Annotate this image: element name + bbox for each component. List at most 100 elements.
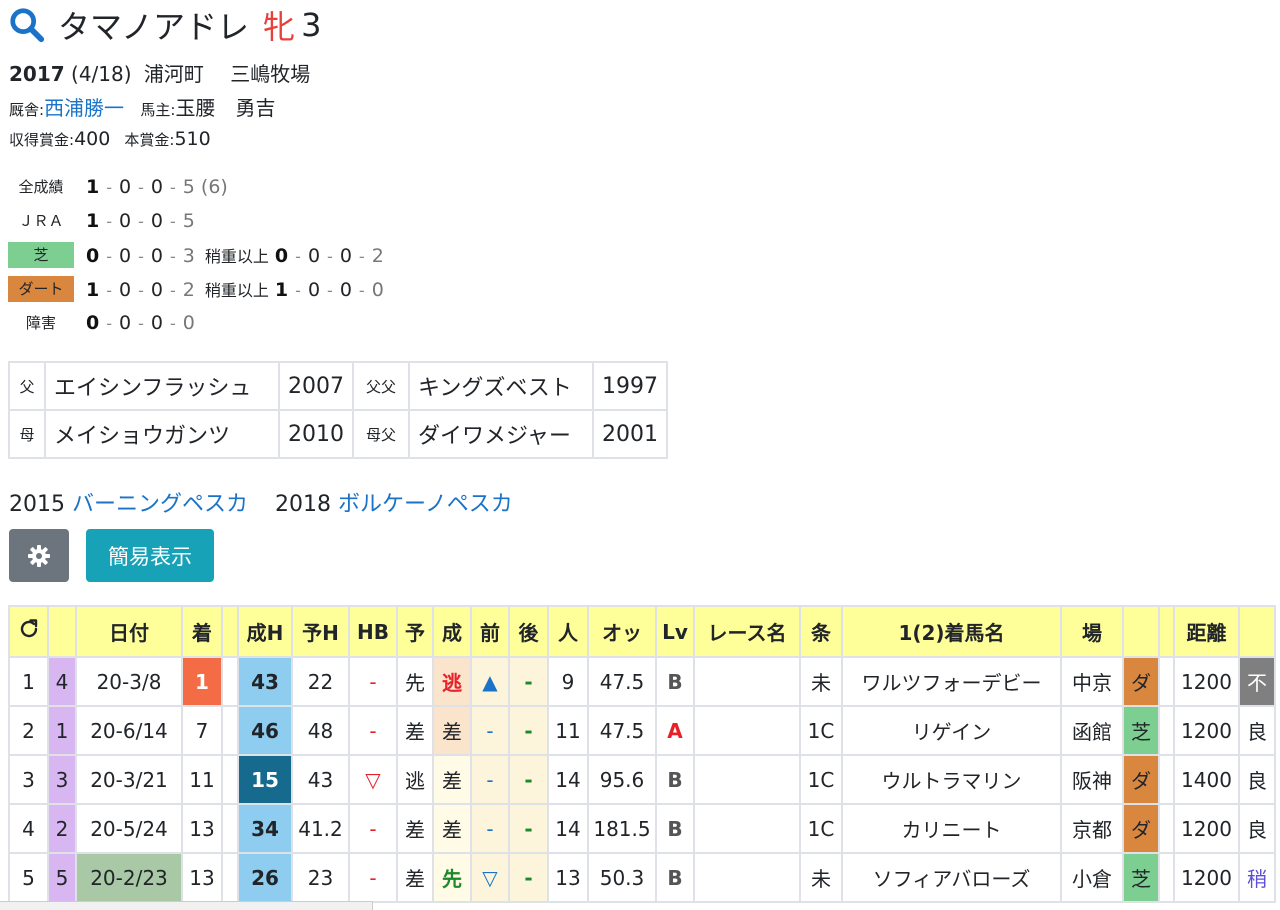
score-h: 26 <box>237 852 293 903</box>
header-lv[interactable]: Lv <box>655 605 695 658</box>
surface-badge: 芝 <box>1122 705 1160 756</box>
distance: 1200 <box>1173 852 1240 903</box>
header-date[interactable]: 日付 <box>75 605 183 658</box>
search-icon[interactable] <box>8 6 46 44</box>
record-label: 障害 <box>25 314 56 332</box>
favorite: 14 <box>547 754 589 805</box>
race-row[interactable]: 2 1 20-6/14 7 46 48 - 差 差 - - 11 47.5 A … <box>8 705 1276 756</box>
waku-number: 5 <box>47 852 77 903</box>
header-score-h[interactable]: 成H <box>237 605 293 658</box>
front-mark: ▽ <box>470 852 510 903</box>
record-values: 1-0-0-2 稍重以上 1-0-0-0 <box>86 279 384 301</box>
sibling-link[interactable]: ボルケーノペスカ <box>338 492 513 517</box>
spacer-cell <box>221 754 239 805</box>
back-mark: - <box>508 852 549 903</box>
trainer-link[interactable]: 西浦勝一 <box>44 96 124 120</box>
result-style: 差 <box>432 705 472 756</box>
winner-name[interactable]: ワルツフォーデビー <box>841 656 1062 707</box>
spacer-cell <box>221 852 239 903</box>
header-front[interactable]: 前 <box>470 605 510 658</box>
simple-view-button[interactable]: 簡易表示 <box>86 529 214 582</box>
waku-number: 1 <box>47 705 77 756</box>
race-class: 1C <box>799 803 843 854</box>
dirt-badge: ダート <box>8 272 74 306</box>
hb-mark: - <box>348 803 398 854</box>
race-row[interactable]: 3 3 20-3/21 11 15 43 ▽ 逃 差 - - 14 95.6 B… <box>8 754 1276 805</box>
header-winner[interactable]: 1(2)着馬名 <box>841 605 1062 658</box>
winner-name[interactable]: ソフィアバローズ <box>841 852 1062 903</box>
favorite: 9 <box>547 656 589 707</box>
header-back[interactable]: 後 <box>508 605 549 658</box>
front-mark: - <box>470 705 510 756</box>
sibling-year: 2015 <box>9 492 65 517</box>
waku-number: 2 <box>47 803 77 854</box>
settings-button[interactable] <box>9 529 69 582</box>
winner-name[interactable]: リゲイン <box>841 705 1062 756</box>
header-hb[interactable]: HB <box>348 605 398 658</box>
waku-header <box>47 605 77 658</box>
race-name[interactable] <box>693 705 801 756</box>
header-course[interactable]: 場 <box>1060 605 1124 658</box>
surface-badge: ダ <box>1122 803 1160 854</box>
birth-date: (4/18) <box>71 62 132 86</box>
header-fav[interactable]: 人 <box>547 605 589 658</box>
header-res[interactable]: 成 <box>432 605 472 658</box>
race-row[interactable]: 1 4 20-3/8 1 43 22 - 先 逃 ▲ - 9 47.5 B 未 … <box>8 656 1276 707</box>
pre-style: 逃 <box>396 754 434 805</box>
race-date[interactable]: 20-2/23 <box>75 852 183 903</box>
record-row-jra: ＪＲＡ 1-0-0-5 <box>8 204 384 238</box>
refresh-icon[interactable] <box>17 617 41 641</box>
record-label: 全成績 <box>18 178 64 196</box>
header-odds[interactable]: オッ <box>587 605 657 658</box>
spacer-cell <box>1158 852 1175 903</box>
turf-badge: 芝 <box>8 238 74 272</box>
prize-label: 本賞金: <box>124 131 175 149</box>
sibling-link[interactable]: バーニングペスカ <box>72 492 248 517</box>
sire-sire-name: キングズベスト <box>408 361 594 411</box>
row-number: 2 <box>8 705 49 756</box>
winner-name[interactable]: ウルトラマリン <box>841 754 1062 805</box>
refresh-header[interactable] <box>8 605 49 658</box>
race-date[interactable]: 20-3/21 <box>75 754 183 805</box>
race-class: 1C <box>799 754 843 805</box>
waku-number: 4 <box>47 656 77 707</box>
dam-name: メイショウガンツ <box>44 409 280 459</box>
race-row[interactable]: 5 5 20-2/23 13 26 23 - 差 先 ▽ - 13 50.3 B… <box>8 852 1276 903</box>
header-pred-h[interactable]: 予H <box>291 605 350 658</box>
prize-value: 510 <box>174 128 211 150</box>
course: 小倉 <box>1060 852 1124 903</box>
result-style: 差 <box>432 754 472 805</box>
surface-badge: ダ <box>1122 656 1160 707</box>
race-name[interactable] <box>693 754 801 805</box>
race-date[interactable]: 20-6/14 <box>75 705 183 756</box>
race-name[interactable] <box>693 656 801 707</box>
odds: 181.5 <box>587 803 657 854</box>
race-date[interactable]: 20-3/8 <box>75 656 183 707</box>
track-condition: 稍 <box>1238 852 1276 903</box>
pre-style: 先 <box>396 656 434 707</box>
header-pos[interactable]: 着 <box>181 605 223 658</box>
header-pre[interactable]: 予 <box>396 605 434 658</box>
race-name[interactable] <box>693 852 801 903</box>
favorite: 11 <box>547 705 589 756</box>
header-dist[interactable]: 距離 <box>1173 605 1240 658</box>
owner: 玉腰 勇吉 <box>175 96 276 120</box>
earned-value: 400 <box>74 128 111 150</box>
waku-number: 3 <box>47 754 77 805</box>
favorite: 14 <box>547 803 589 854</box>
pre-style: 差 <box>396 852 434 903</box>
course: 京都 <box>1060 803 1124 854</box>
distance: 1200 <box>1173 656 1240 707</box>
race-name[interactable] <box>693 803 801 854</box>
result-style: 先 <box>432 852 472 903</box>
row-number: 5 <box>8 852 49 903</box>
race-row[interactable]: 4 2 20-5/24 13 34 41.2 - 差 差 - - 14 181.… <box>8 803 1276 854</box>
header-class[interactable]: 条 <box>799 605 843 658</box>
header-race[interactable]: レース名 <box>693 605 801 658</box>
race-date[interactable]: 20-5/24 <box>75 803 183 854</box>
horse-name: タマノアドレ <box>58 8 250 46</box>
surface-badge: ダ <box>1122 754 1160 805</box>
winner-name[interactable]: カリニート <box>841 803 1062 854</box>
level: B <box>655 754 695 805</box>
row-number: 4 <box>8 803 49 854</box>
